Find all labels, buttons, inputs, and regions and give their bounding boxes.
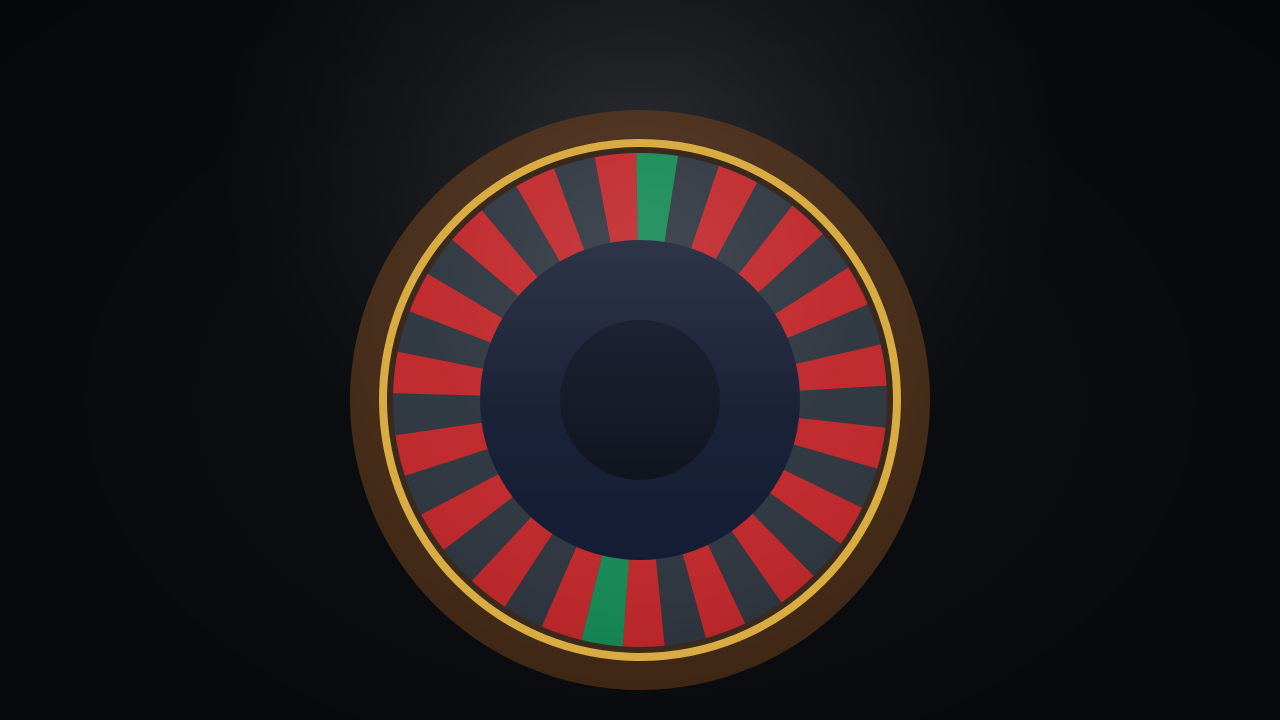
game-stage [0, 0, 1280, 720]
roulette-wheel[interactable] [0, 0, 1280, 720]
wheel-inner-hub [560, 320, 720, 480]
